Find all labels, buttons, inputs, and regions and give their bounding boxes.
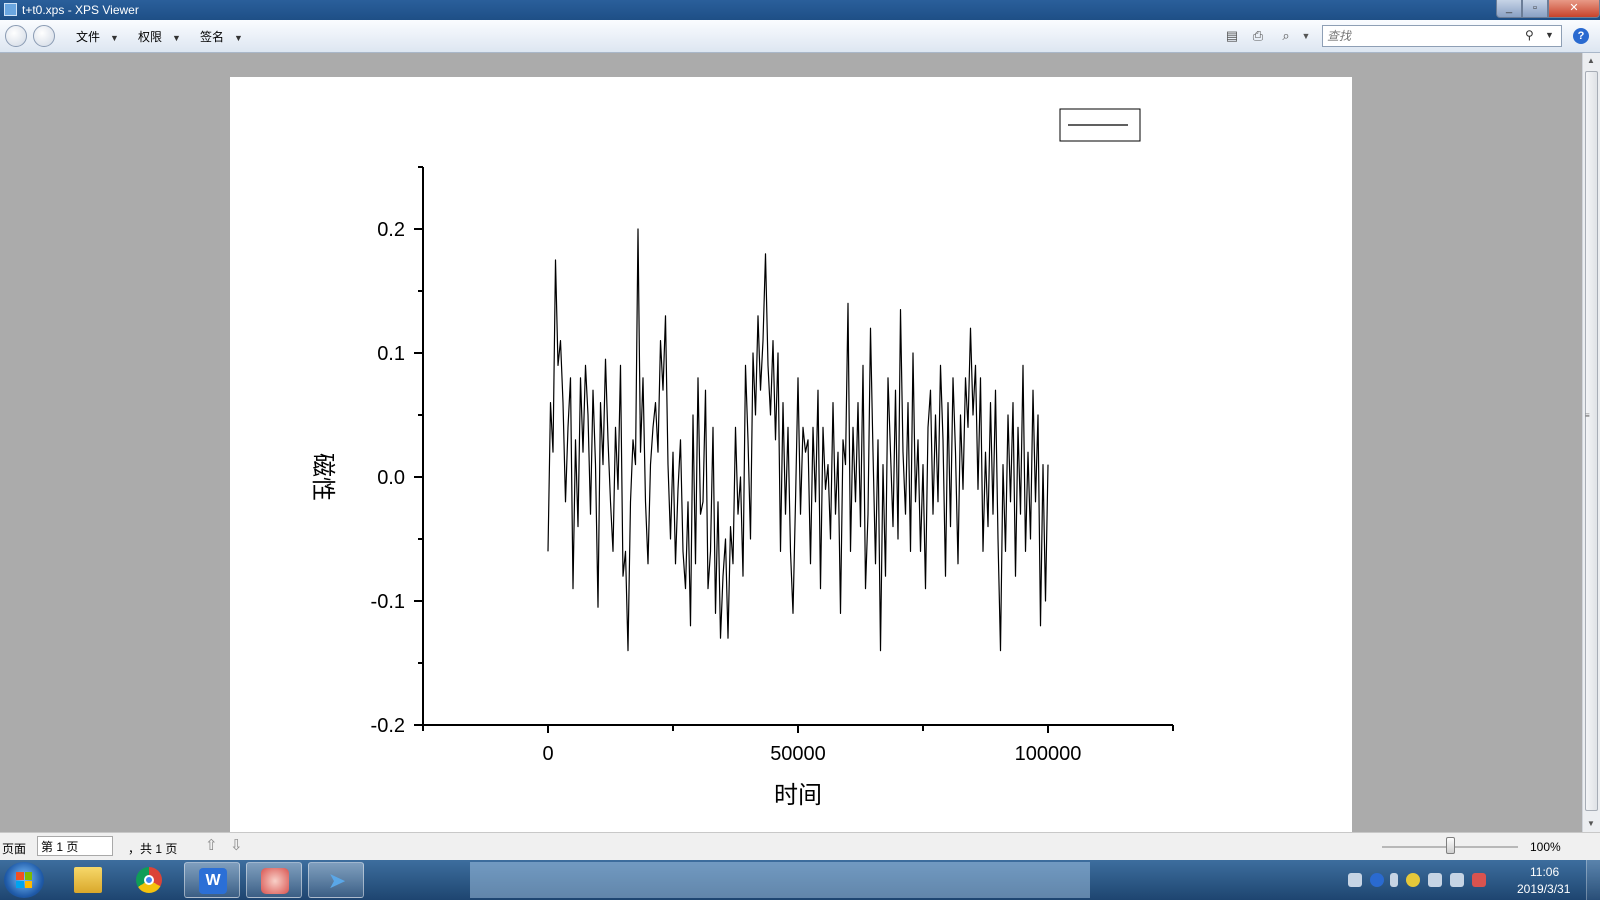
minimize-button[interactable]: _ — [1496, 0, 1522, 18]
system-tray — [1338, 860, 1538, 900]
y-tick-label: -0.1 — [371, 591, 405, 613]
clock-date[interactable]: 2019/3/31 — [1517, 882, 1570, 896]
x-tick-label: 0 — [542, 743, 553, 765]
status-bar: 页面 ，共 1 页 ⇧ ⇩ 100% — [0, 832, 1600, 860]
x-tick-label: 100000 — [1015, 743, 1082, 765]
page-number-input[interactable] — [37, 836, 113, 856]
close-button[interactable]: ✕ — [1548, 0, 1600, 18]
title-bar: t+t0.xps - XPS Viewer _ ▫ ✕ — [0, 0, 1600, 20]
taskbar-wps[interactable]: W — [184, 862, 240, 898]
search-box[interactable]: ⚲ ▼ — [1322, 25, 1562, 47]
chevron-down-icon: ▼ — [172, 33, 181, 43]
menu-file[interactable]: 文件 ▼ — [76, 28, 119, 45]
menu-signatures[interactable]: 签名 ▼ — [200, 28, 243, 45]
xps-app-icon — [4, 3, 17, 16]
paint-icon — [261, 868, 289, 894]
taskbar-xps-viewer[interactable]: ➤ — [308, 862, 364, 898]
menu-permissions[interactable]: 权限 ▼ — [138, 28, 181, 45]
chrome-icon — [136, 867, 162, 893]
vertical-scrollbar[interactable]: ▲ ≡ ▼ — [1582, 53, 1600, 832]
y-tick-label: -0.2 — [371, 715, 405, 737]
reading-view-icon[interactable]: ▤ — [1224, 28, 1240, 44]
scroll-grip-icon: ≡ — [1585, 411, 1590, 420]
wps-icon: W — [199, 868, 227, 894]
volume-icon[interactable] — [1450, 873, 1464, 887]
y-tick-label: 0.1 — [377, 343, 405, 365]
help-icon[interactable]: ? — [1573, 28, 1589, 44]
chart-series — [547, 228, 1049, 652]
taskbar-chrome[interactable] — [122, 862, 178, 898]
page-total: ，共 1 页 — [128, 842, 178, 856]
scroll-down-icon[interactable]: ▼ — [1587, 819, 1595, 828]
menu-signatures-label: 签名 — [200, 30, 225, 44]
folder-icon — [74, 867, 102, 893]
chevron-down-icon: ▼ — [234, 33, 243, 43]
search-input[interactable] — [1327, 29, 1517, 43]
search-dropdown-icon[interactable]: ▼ — [1545, 30, 1554, 40]
toolbar: 文件 ▼ 权限 ▼ 签名 ▼ ▤ ⎙ ⌕ ▼ ⚲ ▼ ? — [0, 20, 1600, 53]
search-icon[interactable]: ⚲ — [1525, 28, 1534, 42]
menu-file-label: 文件 — [76, 30, 101, 44]
security-icon[interactable] — [1406, 873, 1420, 887]
network-icon[interactable] — [1428, 873, 1442, 887]
y-axis-title: 磁性 — [309, 453, 337, 501]
previous-page-icon[interactable]: ⇧ — [205, 836, 218, 854]
zoom-level: 100% — [1530, 840, 1561, 854]
y-tick-label: 0.0 — [377, 467, 405, 489]
chart-ticks: -0.2 -0.1 0.0 0.1 0.2 0 50000 100000 — [371, 166, 1174, 765]
help-tray-icon[interactable] — [1370, 873, 1384, 887]
forward-button[interactable] — [33, 25, 55, 47]
show-desktop-button[interactable] — [1586, 860, 1600, 900]
expand-tray-icon[interactable] — [1390, 873, 1398, 887]
start-button[interactable] — [4, 862, 44, 898]
scroll-up-icon[interactable]: ▲ — [1587, 56, 1595, 65]
back-button[interactable] — [5, 25, 27, 47]
menu-permissions-label: 权限 — [138, 30, 163, 44]
chart-legend — [1059, 108, 1141, 142]
chart-axes — [422, 167, 1173, 726]
taskbar: W ➤ 11:06 2019/3/31 — [0, 860, 1600, 900]
windows-logo-icon — [16, 872, 32, 888]
document-page: -0.2 -0.1 0.0 0.1 0.2 0 50000 100000 时间 磁性 — [230, 77, 1352, 832]
next-page-icon[interactable]: ⇩ — [230, 836, 243, 854]
chevron-down-icon: ▼ — [110, 33, 119, 43]
zoom-icon[interactable]: ⌕ — [1278, 28, 1294, 44]
keyboard-icon[interactable] — [1348, 873, 1362, 887]
page-label: 页面 — [2, 842, 27, 856]
maximize-button[interactable]: ▫ — [1522, 0, 1548, 18]
alert-icon[interactable] — [1472, 873, 1486, 887]
x-tick-label: 50000 — [770, 743, 826, 765]
taskbar-paint[interactable] — [246, 862, 302, 898]
clock-time[interactable]: 11:06 — [1530, 865, 1559, 879]
zoom-slider-thumb[interactable] — [1446, 837, 1455, 854]
taskbar-preview — [470, 862, 1090, 898]
zoom-dropdown-icon[interactable]: ▼ — [1298, 28, 1314, 44]
window-title: t+t0.xps - XPS Viewer — [22, 3, 139, 17]
print-icon[interactable]: ⎙ — [1250, 28, 1266, 44]
xps-viewer-icon: ➤ — [327, 868, 347, 893]
taskbar-explorer[interactable] — [60, 862, 116, 898]
x-axis-title: 时间 — [774, 781, 822, 809]
document-area: -0.2 -0.1 0.0 0.1 0.2 0 50000 100000 时间 磁性 — [0, 53, 1582, 832]
y-tick-label: 0.2 — [377, 219, 405, 241]
series-line — [547, 228, 1049, 652]
scroll-thumb[interactable] — [1585, 71, 1598, 811]
chart: -0.2 -0.1 0.0 0.1 0.2 0 50000 100000 时间 磁性 — [309, 108, 1174, 809]
